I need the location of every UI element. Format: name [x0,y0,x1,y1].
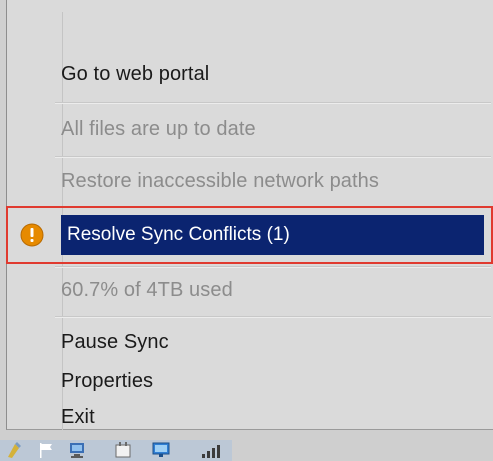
device-icon[interactable] [112,440,134,460]
restore-network-paths-item[interactable]: Restore inaccessible network paths [61,169,379,193]
network-icon[interactable] [66,440,88,460]
menu-separator [55,316,491,318]
signal-icon[interactable] [200,440,222,460]
flag-icon[interactable] [36,440,58,460]
resolve-sync-conflicts-label: Resolve Sync Conflicts (1) [67,224,290,245]
pause-sync-item[interactable]: Pause Sync [61,330,169,354]
monitor-icon[interactable] [150,440,172,460]
sync-client-icon[interactable] [4,440,26,460]
exit-item[interactable]: Exit [61,405,95,429]
go-to-web-portal-item[interactable]: Go to web portal [61,62,209,86]
menu-separator [55,266,491,268]
warning-icon [20,223,44,247]
menu-separator [55,156,491,158]
menu-separator [55,102,491,104]
files-up-to-date-status: All files are up to date [61,118,256,140]
properties-item[interactable]: Properties [61,369,153,393]
storage-usage-status: 60.7% of 4TB used [61,279,233,301]
